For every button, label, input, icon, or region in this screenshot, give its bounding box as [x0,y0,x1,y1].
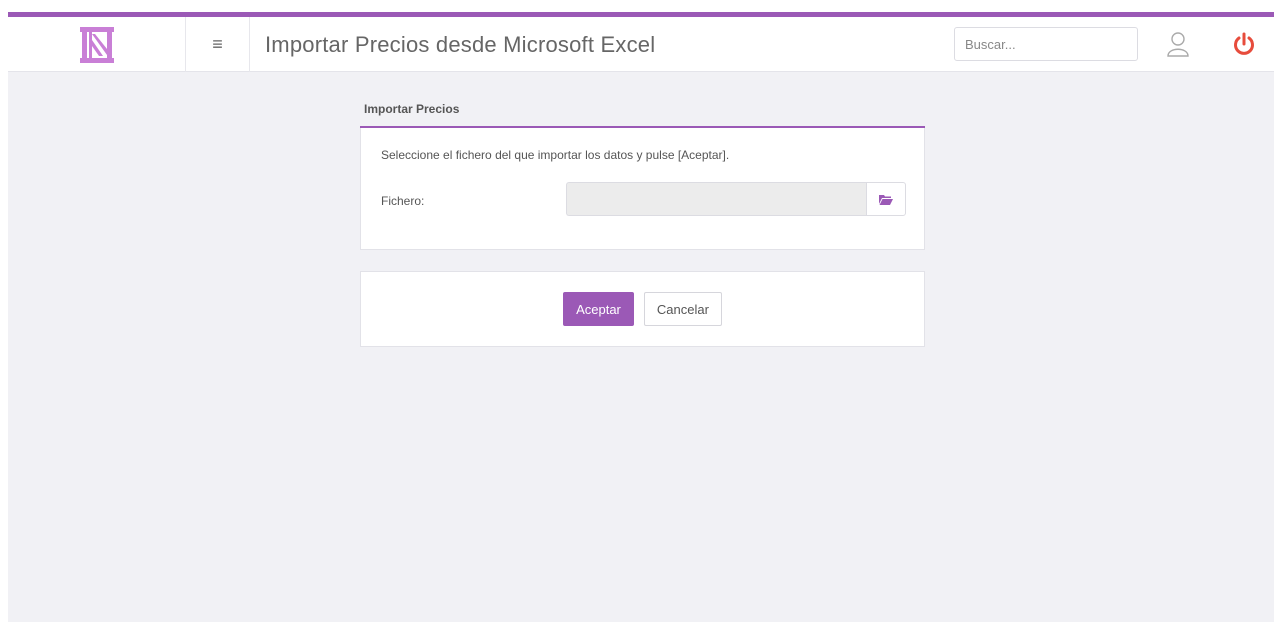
import-panel: Importar Precios Seleccione el fichero d… [360,91,925,250]
app-frame: ≡ Importar Precios desde Microsoft Excel… [8,12,1274,622]
user-icon[interactable] [1166,31,1190,57]
accept-button[interactable]: Aceptar [563,292,634,326]
browse-file-button[interactable] [866,182,906,216]
file-picker [566,182,906,216]
hamburger-icon: ≡ [212,34,223,54]
top-navbar: ≡ Importar Precios desde Microsoft Excel [8,17,1274,72]
folder-open-icon [879,194,893,205]
search-input[interactable] [954,27,1138,61]
page-title: Importar Precios desde Microsoft Excel [265,32,656,57]
file-label: Fichero: [381,194,425,208]
instructions-text: Seleccione el fichero del que importar l… [381,148,730,162]
panel-heading: Importar Precios [360,91,925,128]
panel-body: Seleccione el fichero del que importar l… [360,128,925,250]
menu-toggle-button[interactable]: ≡ [186,17,250,72]
power-icon[interactable] [1232,31,1256,57]
actions-panel: Aceptar Cancelar [360,271,925,347]
file-path-field[interactable] [566,182,866,216]
columns-logo-icon [79,26,114,63]
logo[interactable] [8,17,186,72]
cancel-button[interactable]: Cancelar [643,292,722,326]
